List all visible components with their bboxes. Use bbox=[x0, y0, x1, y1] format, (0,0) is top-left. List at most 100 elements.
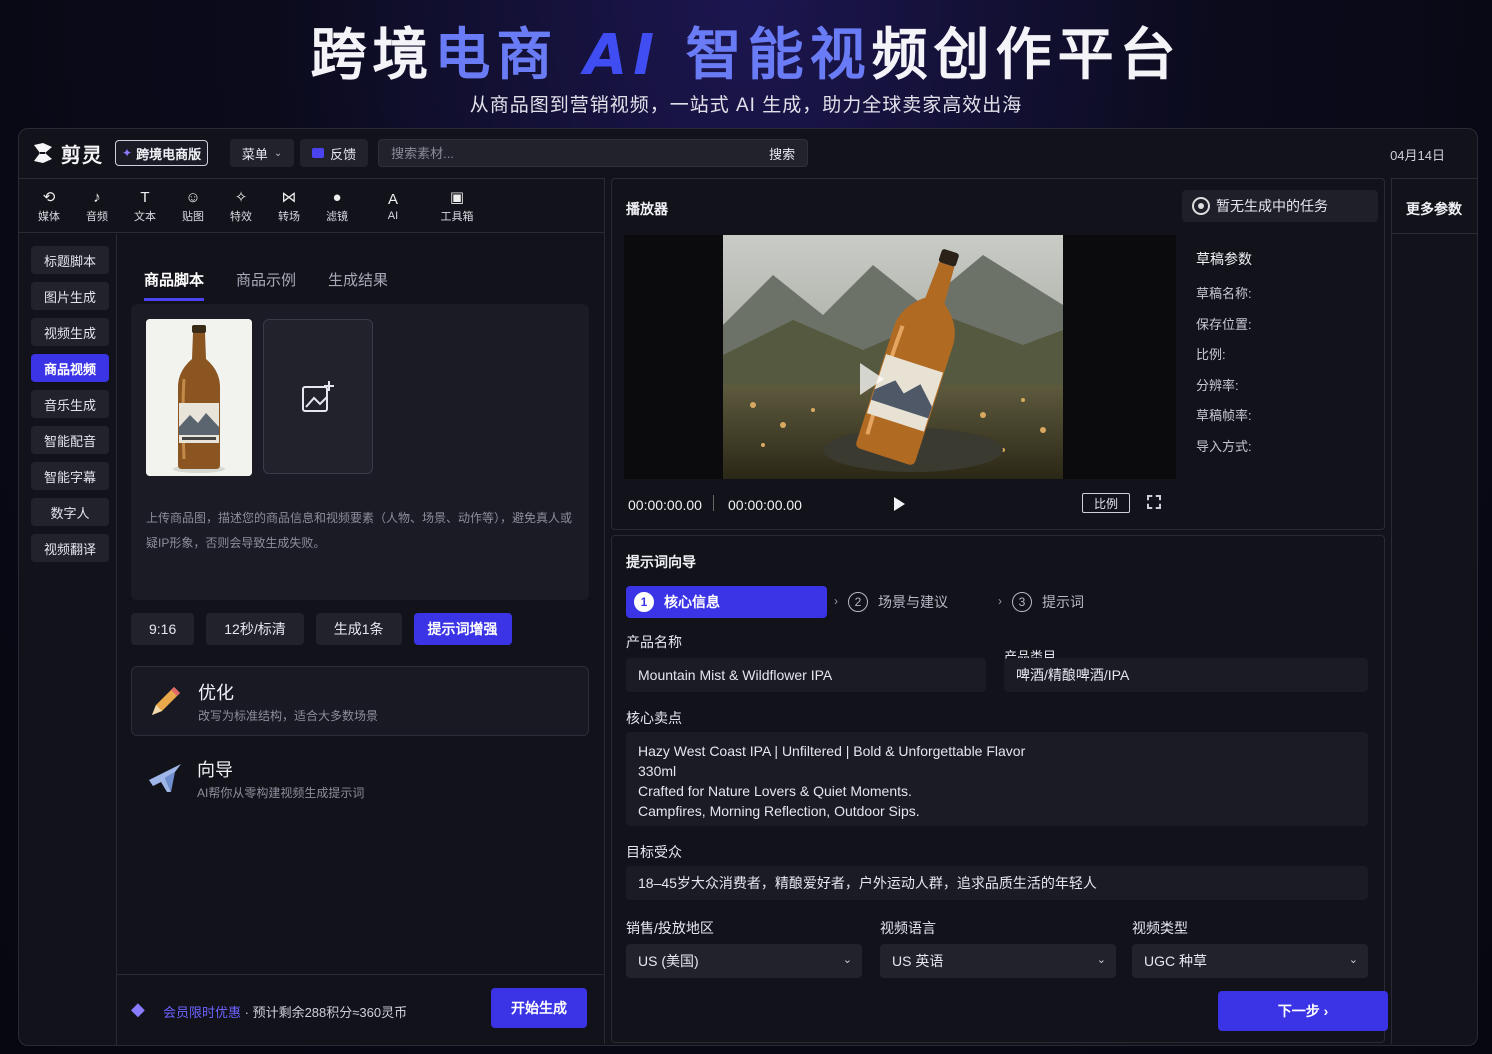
step-number: 3 bbox=[1012, 592, 1032, 612]
tool-label: 贴图 bbox=[182, 210, 204, 223]
tool-label: 转场 bbox=[278, 210, 300, 223]
chevron-right-icon: › bbox=[834, 594, 838, 608]
hero-title: 跨境电商 AI 智能视频创作平台 bbox=[0, 10, 1492, 91]
draft-params-title: 草稿参数 bbox=[1196, 251, 1252, 267]
draft-import-label: 导入方式: bbox=[1196, 438, 1252, 454]
hero-title-part: 跨境 bbox=[310, 23, 435, 88]
video-play-overlay-icon[interactable] bbox=[860, 363, 884, 395]
tool-ai[interactable]: A AI bbox=[361, 190, 425, 222]
feedback-label: 反馈 bbox=[330, 146, 357, 162]
audience-field[interactable]: 18–45岁大众消费者，精酿爱好者，户外运动人群，追求品质生活的年轻人 bbox=[626, 866, 1368, 900]
tool-label: 媒体 bbox=[38, 210, 60, 223]
mode-desc: 改写为标准结构，适合大多数场景 bbox=[198, 709, 379, 723]
sidebar-item-voiceover[interactable]: 智能配音 bbox=[31, 426, 109, 454]
generation-options: 9:16 12秒/标清 生成1条 提示词增强 bbox=[131, 613, 524, 645]
effects-icon: ✧ bbox=[234, 188, 248, 206]
sidebar-item-title-script[interactable]: 标题脚本 bbox=[31, 246, 109, 274]
start-generate-button[interactable]: 开始生成 bbox=[491, 988, 587, 1028]
tool-audio[interactable]: ♪ 音频 bbox=[73, 188, 121, 224]
app-logo[interactable]: 剪灵 bbox=[31, 139, 103, 168]
task-status-icon bbox=[1192, 197, 1210, 215]
filter-icon: ● bbox=[332, 188, 342, 206]
search-input[interactable] bbox=[391, 145, 770, 161]
sidebar-item-subtitles[interactable]: 智能字幕 bbox=[31, 462, 109, 490]
region-label: 销售/投放地区 bbox=[626, 920, 714, 936]
tool-effects[interactable]: ✧ 特效 bbox=[217, 188, 265, 224]
step-label: 核心信息 bbox=[664, 594, 720, 610]
pencil-icon bbox=[146, 681, 186, 721]
date-display: 04月14日 bbox=[1390, 148, 1445, 163]
sidebar-item-image-gen[interactable]: 图片生成 bbox=[31, 282, 109, 310]
next-step-button[interactable]: 下一步 › bbox=[1218, 991, 1388, 1031]
draft-location-label: 保存位置: bbox=[1196, 316, 1252, 332]
tool-toolbox[interactable]: ▣ 工具箱 bbox=[425, 188, 489, 224]
selling-point-line: Crafted for Nature Lovers & Quiet Moment… bbox=[638, 783, 912, 799]
hero-title-part: 电商 bbox=[434, 23, 559, 88]
step-scenes[interactable]: 2 场景与建议 bbox=[848, 586, 948, 618]
video-viewport[interactable] bbox=[624, 235, 1176, 479]
step-number: 2 bbox=[848, 592, 868, 612]
add-image-slot[interactable] bbox=[263, 319, 373, 474]
tab-product-script[interactable]: 商品脚本 bbox=[144, 269, 205, 301]
sidebar-item-product-video[interactable]: 商品视频 bbox=[31, 354, 109, 382]
edition-label: 跨境电商版 bbox=[136, 146, 202, 162]
task-status[interactable]: 暂无生成中的任务 bbox=[1182, 190, 1378, 222]
count-option[interactable]: 生成1条 bbox=[315, 613, 402, 645]
video-type-select[interactable]: UGC 种草 ⌄ bbox=[1132, 944, 1368, 978]
beer-bottle-image bbox=[146, 319, 252, 476]
tab-product-examples[interactable]: 商品示例 bbox=[236, 269, 296, 301]
region-select[interactable]: US (美国) ⌄ bbox=[626, 944, 862, 978]
sidebar-item-video-translate[interactable]: 视频翻译 bbox=[31, 534, 109, 562]
tool-transition[interactable]: ⋈ 转场 bbox=[265, 188, 313, 224]
product-name-field[interactable]: Mountain Mist & Wildflower IPA bbox=[626, 658, 986, 692]
video-preview bbox=[723, 235, 1063, 479]
feedback-button[interactable]: 反馈 bbox=[300, 139, 369, 167]
chevron-down-icon: ⌄ bbox=[842, 954, 852, 966]
tool-media[interactable]: ⟲ 媒体 bbox=[25, 188, 73, 224]
tool-filter[interactable]: ● 滤镜 bbox=[313, 188, 361, 224]
search-button[interactable]: 搜索 bbox=[769, 144, 795, 163]
prompt-enhance-option[interactable]: 提示词增强 bbox=[413, 613, 512, 645]
chevron-right-icon: › bbox=[1323, 1003, 1329, 1019]
promo-text: 会员限时优惠 · 预计剩余288积分≈360灵币 bbox=[163, 1002, 407, 1021]
mode-guide[interactable]: 向导 AI帮你从零构建视频生成提示词 bbox=[131, 744, 589, 814]
step-number: 1 bbox=[634, 592, 654, 612]
aspect-ratio-option[interactable]: 9:16 bbox=[131, 613, 195, 645]
tool-sticker[interactable]: ☺ 贴图 bbox=[169, 188, 217, 224]
category-field[interactable]: 啤酒/精酿啤酒/IPA bbox=[1004, 658, 1368, 692]
tool-text[interactable]: T 文本 bbox=[121, 188, 169, 224]
ratio-button[interactable]: 比例 bbox=[1082, 493, 1130, 513]
tool-bar: ⟲ 媒体 ♪ 音频 T 文本 ☺ 贴图 ✧ 特效 ⋈ 转场 ● 滤镜 A AI ▣ 工具箱 bbox=[19, 179, 604, 233]
transition-icon: ⋈ bbox=[281, 188, 297, 206]
sidebar-item-music-gen[interactable]: 音乐生成 bbox=[31, 390, 109, 418]
fullscreen-icon[interactable] bbox=[1147, 495, 1161, 509]
chevron-right-icon: › bbox=[998, 594, 1002, 608]
promo-highlight[interactable]: 会员限时优惠 bbox=[163, 1005, 241, 1020]
product-thumbnail[interactable] bbox=[146, 319, 252, 476]
hero-title-part: 频创作平台 bbox=[871, 23, 1182, 88]
more-params-title[interactable]: 更多参数 bbox=[1406, 199, 1462, 219]
language-label: 视频语言 bbox=[880, 920, 936, 936]
sticker-icon: ☺ bbox=[185, 188, 201, 206]
play-icon[interactable] bbox=[894, 497, 905, 511]
mode-desc: AI帮你从零构建视频生成提示词 bbox=[197, 786, 365, 800]
toolbox-icon: ▣ bbox=[449, 188, 465, 206]
sidebar-item-digital-human[interactable]: 数字人 bbox=[31, 498, 109, 526]
sidebar-item-video-gen[interactable]: 视频生成 bbox=[31, 318, 109, 346]
side-nav: 标题脚本 图片生成 视频生成 商品视频 音乐生成 智能配音 智能字幕 数字人 视… bbox=[19, 234, 117, 1045]
selling-points-field[interactable]: Hazy West Coast IPA | Unfiltered | Bold … bbox=[626, 732, 1368, 826]
more-params-panel: 更多参数 bbox=[1391, 178, 1477, 1044]
step-label: 场景与建议 bbox=[878, 594, 948, 610]
duration-quality-option[interactable]: 12秒/标清 bbox=[206, 613, 304, 645]
language-select[interactable]: US 英语 ⌄ bbox=[880, 944, 1116, 978]
step-prompt[interactable]: 3 提示词 bbox=[1012, 586, 1084, 618]
time-total: 00:00:00.00 bbox=[728, 497, 802, 513]
wizard-title: 提示词向导 bbox=[626, 554, 696, 570]
audience-label: 目标受众 bbox=[626, 844, 682, 860]
menu-button[interactable]: 菜单 ⌄ bbox=[230, 139, 295, 167]
mode-optimize[interactable]: 优化 改写为标准结构，适合大多数场景 bbox=[131, 666, 589, 736]
sparkle-icon: ✦ bbox=[122, 146, 133, 160]
tool-label: 工具箱 bbox=[440, 210, 474, 223]
step-core-info[interactable]: 1 核心信息 bbox=[626, 586, 827, 618]
tab-results[interactable]: 生成结果 bbox=[328, 269, 388, 301]
